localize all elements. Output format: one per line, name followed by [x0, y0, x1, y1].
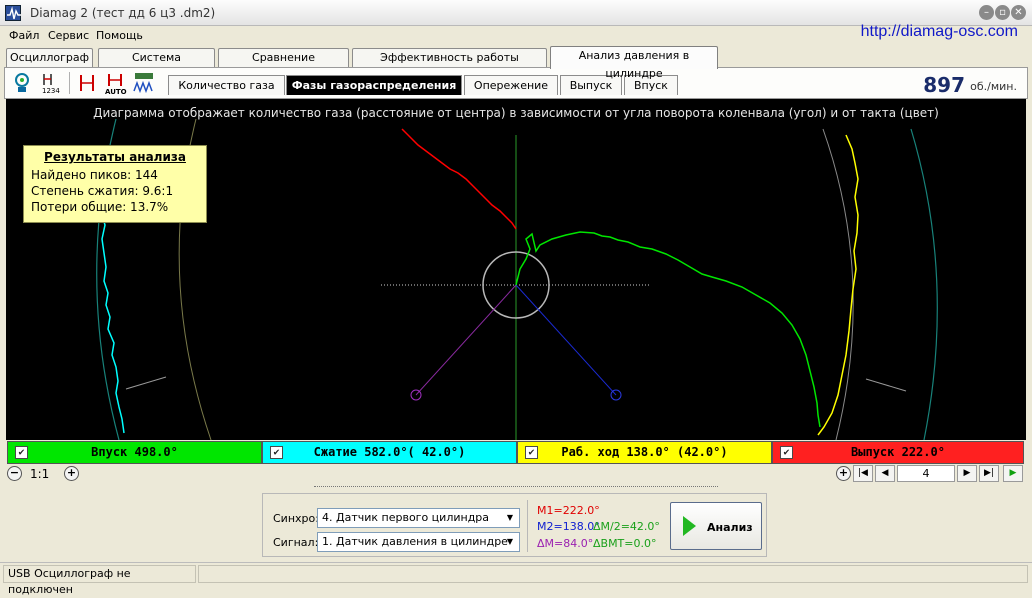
toolbar-separator — [69, 72, 70, 94]
intake-trace — [515, 231, 821, 428]
waveform-icon[interactable] — [132, 71, 156, 95]
phase-power-label: Раб. ход 138.0° (42.0°) — [561, 445, 728, 459]
marker-delta: ΔM=84.0° — [537, 537, 594, 550]
valve-timing-diagram[interactable]: Диаграмма отображает количество газа (ра… — [6, 99, 1026, 440]
signal-select[interactable]: 1. Датчик давления в цилиндре ▼ — [317, 532, 520, 552]
diagram-caption: Диаграмма отображает количество газа (ра… — [93, 106, 939, 120]
exhaust-arc — [910, 128, 938, 440]
chevron-down-icon: ▼ — [506, 537, 514, 546]
tool-panel: 1234 AUTO Количество газа Фазы газораспр… — [4, 67, 1028, 99]
marker-half-delta: ΔM/2=42.0° — [593, 520, 660, 533]
maximize-button[interactable]: ▫ — [995, 5, 1010, 20]
frame-number[interactable]: 4 — [897, 465, 955, 482]
right-tick — [865, 378, 907, 392]
sync-label: Синхро: — [273, 512, 319, 525]
subtab-gas-amount[interactable]: Количество газа — [168, 75, 285, 95]
numbering-icon[interactable]: 1234 — [39, 71, 63, 95]
zoom-in-button[interactable]: + — [64, 466, 79, 481]
results-title: Результаты анализа — [44, 150, 186, 164]
last-frame-button[interactable]: ▶| — [979, 465, 999, 482]
navigation-bar: − 1:1 + + |◀ ◀ 4 ▶ ▶| ▶ — [4, 465, 1028, 483]
sync-select-value: 4. Датчик первого цилиндра — [322, 511, 490, 524]
exhaust-trace — [401, 128, 517, 230]
subtab-valve-timing[interactable]: Фазы газораспределения — [286, 75, 462, 95]
add-frame-button[interactable]: + — [836, 466, 851, 481]
window-title: Diamag 2 (тест дд 6 ц3 .dm2) — [30, 6, 216, 20]
status-cell — [198, 565, 1028, 583]
phase-power[interactable]: ✔ Раб. ход 138.0° (42.0°) — [517, 441, 772, 464]
rpm-unit: об./мин. — [970, 80, 1017, 93]
tab-oscilloscope[interactable]: Осциллограф — [6, 48, 93, 68]
phase-exhaust-label: Выпуск 222.0° — [851, 445, 945, 459]
signal-select-value: 1. Датчик давления в цилиндре — [322, 535, 508, 548]
compression-trace — [100, 196, 125, 434]
phase-intake-checkbox[interactable]: ✔ — [15, 446, 28, 459]
status-bar: USB Осциллограф не подключен — [0, 562, 1032, 596]
auto-markers-icon[interactable]: AUTO — [104, 71, 128, 96]
next-frame-button[interactable]: ▶ — [957, 465, 977, 482]
status-text: USB Осциллограф не подключен — [3, 565, 196, 596]
first-frame-button[interactable]: |◀ — [853, 465, 873, 482]
phase-intake[interactable]: ✔ Впуск 498.0° — [7, 441, 262, 464]
zoom-out-button[interactable]: − — [7, 466, 22, 481]
left-tick — [125, 376, 167, 390]
controls-separator — [527, 500, 528, 552]
website-link[interactable]: http://diamag-osc.com — [861, 23, 1018, 41]
results-losses: Потери общие: 13.7% — [31, 200, 169, 214]
tab-pressure-analysis[interactable]: Анализ давления в цилиндре — [550, 46, 718, 80]
phase-intake-label: Впуск 498.0° — [91, 445, 178, 459]
previous-frame-button[interactable]: ◀ — [875, 465, 895, 482]
app-icon — [5, 5, 21, 21]
results-compression-ratio: Степень сжатия: 9.6:1 — [31, 184, 174, 198]
analyze-button[interactable]: Анализ — [670, 502, 762, 550]
sync-select[interactable]: 4. Датчик первого цилиндра ▼ — [317, 508, 520, 528]
marker-m2: M2=138.0° — [537, 520, 600, 533]
svg-text:1234: 1234 — [42, 87, 60, 95]
chevron-down-icon: ▼ — [506, 513, 514, 522]
svg-text:AUTO: AUTO — [105, 88, 127, 95]
phase-compression[interactable]: ✔ Сжатие 582.0°( 42.0°) — [262, 441, 517, 464]
tab-cylinder-compare[interactable]: Сравнение цилиндров — [218, 48, 349, 82]
tab-cylinder-efficiency[interactable]: Эффективность работы цилиндров — [352, 48, 547, 82]
analysis-results-box: Результаты анализа Найдено пиков: 144 Ст… — [23, 145, 207, 223]
zoom-scale: 1:1 — [30, 467, 50, 481]
play-icon — [683, 516, 696, 536]
subtab-advance[interactable]: Опережение — [464, 75, 558, 95]
rpm-value: 897 — [923, 73, 965, 97]
marker-delta-bmt: ΔBMT=0.0° — [593, 537, 657, 550]
markers-icon[interactable] — [75, 71, 99, 95]
results-peaks: Найдено пиков: 144 — [31, 168, 158, 182]
phase-compression-checkbox[interactable]: ✔ — [270, 446, 283, 459]
phase-compression-label: Сжатие 582.0°( 42.0°) — [313, 445, 466, 459]
phase-exhaust[interactable]: ✔ Выпуск 222.0° — [772, 441, 1024, 464]
menu-help[interactable]: Помощь — [96, 29, 143, 42]
marker-line-blue — [515, 284, 617, 396]
signal-label: Сигнал: — [273, 536, 319, 549]
sensor-icon[interactable] — [10, 71, 34, 95]
panel-splitter[interactable] — [314, 486, 718, 492]
menu-service[interactable]: Сервис — [48, 29, 89, 42]
phase-power-checkbox[interactable]: ✔ — [525, 446, 538, 459]
minimize-button[interactable]: – — [979, 5, 994, 20]
analyze-button-label: Анализ — [707, 521, 753, 534]
play-button[interactable]: ▶ — [1003, 465, 1023, 482]
phase-exhaust-checkbox[interactable]: ✔ — [780, 446, 793, 459]
marker-m1: M1=222.0° — [537, 504, 600, 517]
tab-ignition[interactable]: Система зажигания — [98, 48, 215, 82]
menu-file[interactable]: Файл — [9, 29, 39, 42]
marker-line-purple — [415, 284, 517, 396]
close-button[interactable]: ✕ — [1011, 5, 1026, 20]
